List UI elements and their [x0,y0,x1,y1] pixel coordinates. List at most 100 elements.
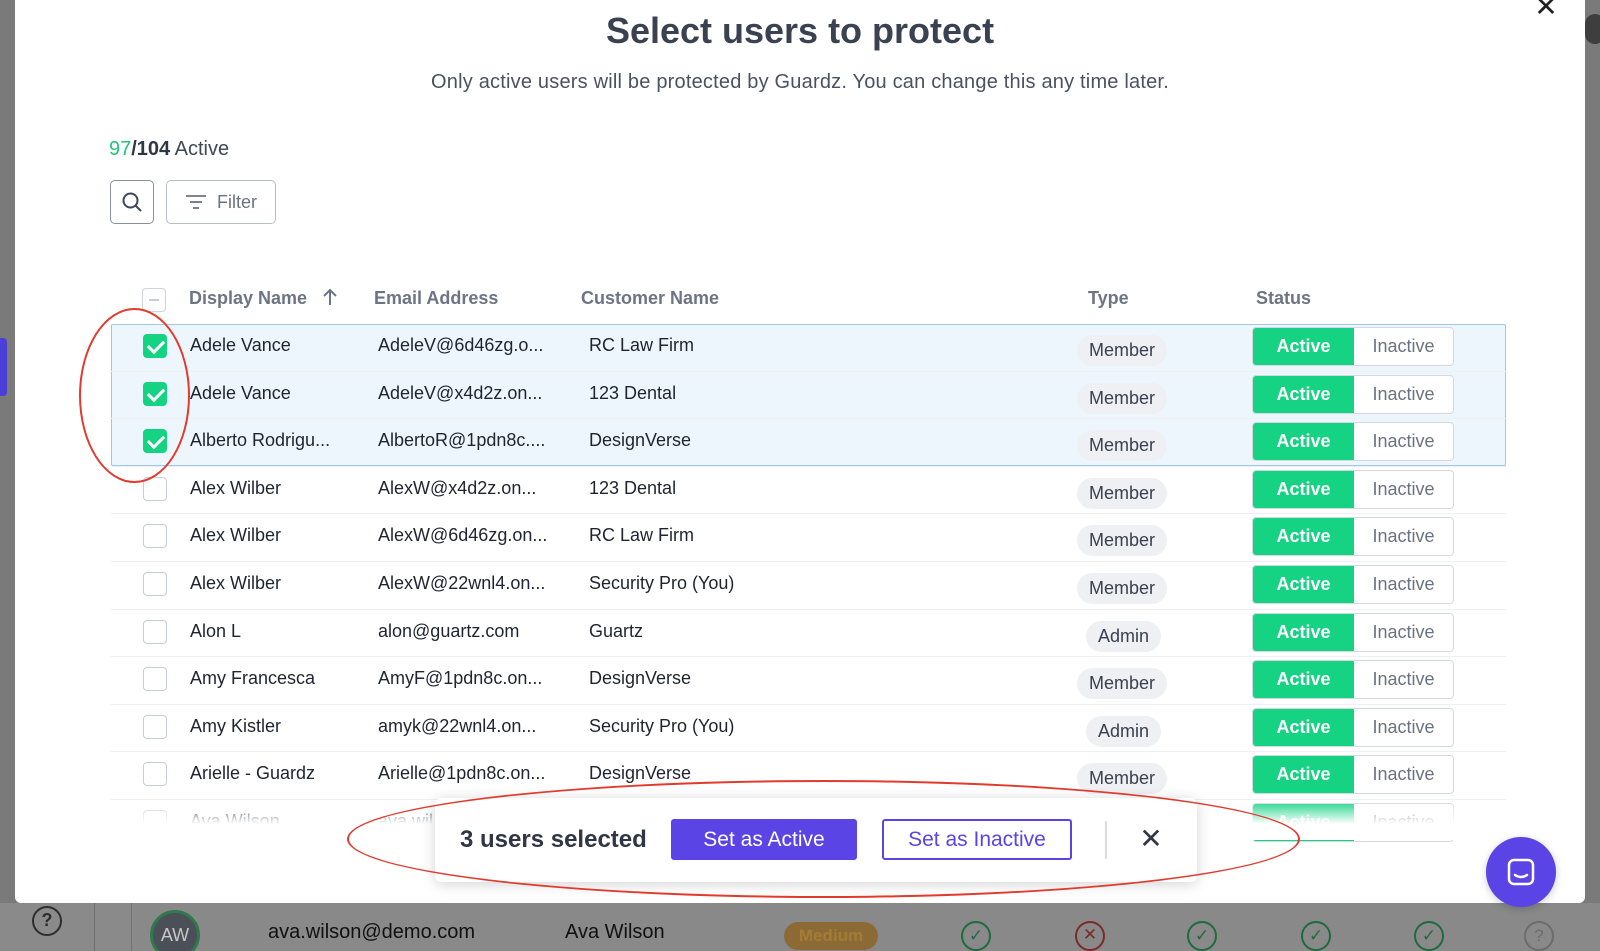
filter-button[interactable]: Filter [166,180,276,224]
status-inactive-option[interactable]: Inactive [1354,566,1453,603]
select-users-modal: ✕ Select users to protect Only active us… [15,0,1585,903]
status-inactive-option[interactable]: Inactive [1354,709,1453,746]
row-checkbox[interactable] [143,667,167,691]
status-active-option[interactable]: Active [1253,471,1354,508]
status-active-option[interactable]: Active [1253,423,1354,460]
status-toggle: ActiveInactive [1252,613,1454,652]
type-badge: Member [1077,430,1168,461]
email-address: AlexW@x4d2z.on... [378,478,537,498]
col-display-name[interactable]: Display Name [189,288,338,309]
select-all-checkbox[interactable] [142,288,166,312]
row-checkbox[interactable] [143,715,167,739]
row-checkbox[interactable] [143,429,167,453]
status-active-option[interactable]: Active [1253,376,1354,413]
email-address: amyk@22wnl4.on... [378,716,537,736]
chat-icon [1507,858,1535,886]
display-name: Adele Vance [190,383,291,403]
status-inactive-option[interactable]: Inactive [1354,518,1453,555]
col-type[interactable]: Type [1088,288,1129,309]
status-toggle: ActiveInactive [1252,755,1454,794]
status-inactive-option[interactable]: Inactive [1354,376,1453,413]
row-checkbox[interactable] [143,524,167,548]
status-toggle: ActiveInactive [1252,708,1454,747]
type-badge: Member [1077,668,1168,699]
status-active-option[interactable]: Active [1253,709,1354,746]
customer-name: RC Law Firm [589,525,695,545]
active-count-number: 97 [109,138,132,160]
status-active-option[interactable]: Active [1253,518,1354,555]
chat-widget-button[interactable] [1486,837,1556,907]
email-address: AmyF@1pdn8c.on... [378,668,543,688]
table-row[interactable]: Alex Wilber AlexW@6d46zg.on... RC Law Firm… [111,513,1506,560]
customer-name: Security Pro (You) [589,716,735,736]
row-checkbox[interactable] [143,477,167,501]
table-row[interactable]: Alberto Rodrigu... AlbertoR@1pdn8c.... Des… [111,418,1506,465]
row-checkbox[interactable] [143,334,167,358]
status-inactive-option[interactable]: Inactive [1354,471,1453,508]
display-name: Alex Wilber [190,478,282,498]
status-toggle: ActiveInactive [1252,565,1454,604]
display-name: Adele Vance [190,335,291,355]
table-row[interactable]: Alex Wilber AlexW@22wnl4.on... Security Pr… [111,561,1506,608]
background-divider [94,903,95,951]
active-count-label: Active [170,138,230,160]
modal-title: Select users to protect [605,10,995,51]
total-count: /104 [131,138,171,160]
set-as-active-button[interactable]: Set as Active [671,819,857,860]
status-active-option[interactable]: Active [1253,756,1354,793]
help-icon[interactable]: ? [32,906,62,936]
row-checkbox[interactable] [143,762,167,786]
background-scrollbar[interactable] [1585,14,1600,44]
status-inactive-option[interactable]: Inactive [1354,614,1453,651]
col-email[interactable]: Email Address [374,288,498,309]
x-circle-icon: ✕ [1075,921,1105,951]
status-active-option[interactable]: Active [1253,566,1354,603]
col-customer[interactable]: Customer Name [581,288,719,309]
type-badge: Member [1077,383,1168,414]
type-badge: Member [1077,763,1168,794]
status-toggle: ActiveInactive [1252,422,1454,461]
table-row[interactable]: Adele Vance AdeleV@x4d2z.on... 123 Dental M… [111,371,1506,418]
table-row[interactable]: Adele Vance AdeleV@6d46zg.o... RC Law Firm… [111,323,1506,370]
status-inactive-option[interactable]: Inactive [1354,661,1453,698]
set-as-inactive-button[interactable]: Set as Inactive [882,819,1072,860]
customer-name: Security Pro (You) [589,573,735,593]
check-circle-icon: ✓ [1414,921,1444,951]
col-status[interactable]: Status [1256,288,1311,309]
status-inactive-option[interactable]: Inactive [1354,328,1453,365]
display-name: Alon L [190,621,242,641]
type-badge: Member [1077,573,1168,604]
table-row[interactable]: Arielle - Guardz Arielle@1pdn8c.on... Desi… [111,751,1506,798]
row-checkbox[interactable] [143,382,167,406]
type-badge: Admin [1086,621,1162,652]
search-button[interactable] [110,180,154,224]
status-inactive-option[interactable]: Inactive [1354,423,1453,460]
email-address: AlexW@6d46zg.on... [378,525,548,545]
row-checkbox[interactable] [143,620,167,644]
table-row[interactable]: Alon L alon@guartz.com Guartz Admin Active In… [111,609,1506,656]
sort-ascending-icon[interactable] [322,288,338,306]
clear-selection-icon[interactable]: ✕ [1136,824,1166,854]
table-row[interactable]: Alex Wilber AlexW@x4d2z.on... 123 Dental Me… [111,466,1506,513]
question-circle-icon: ? [1524,921,1554,951]
status-toggle: ActiveInactive [1252,375,1454,414]
email-address: AdeleV@6d46zg.o... [378,335,544,355]
display-name: Amy Kistler [190,716,282,736]
status-inactive-option[interactable]: Inactive [1354,756,1453,793]
customer-name: DesignVerse [589,668,692,688]
display-name: Arielle - Guardz [190,763,316,783]
email-address: alon@guartz.com [378,621,520,641]
display-name: Amy Francesca [190,668,316,688]
table-row[interactable]: Amy Francesca AmyF@1pdn8c.on... DesignVers… [111,656,1506,703]
filter-label: Filter [217,191,257,212]
customer-name: DesignVerse [589,763,692,783]
status-active-option[interactable]: Active [1253,614,1354,651]
status-active-option[interactable]: Active [1253,661,1354,698]
row-checkbox[interactable] [143,572,167,596]
type-badge: Member [1077,478,1168,509]
type-badge: Member [1077,525,1168,556]
table-row[interactable]: Amy Kistler amyk@22wnl4.on... Security Pro… [111,704,1506,751]
table-header: Display Name Email Address Customer Name… [110,282,1510,316]
status-active-option[interactable]: Active [1253,328,1354,365]
active-count: 97/104 Active [109,138,229,161]
